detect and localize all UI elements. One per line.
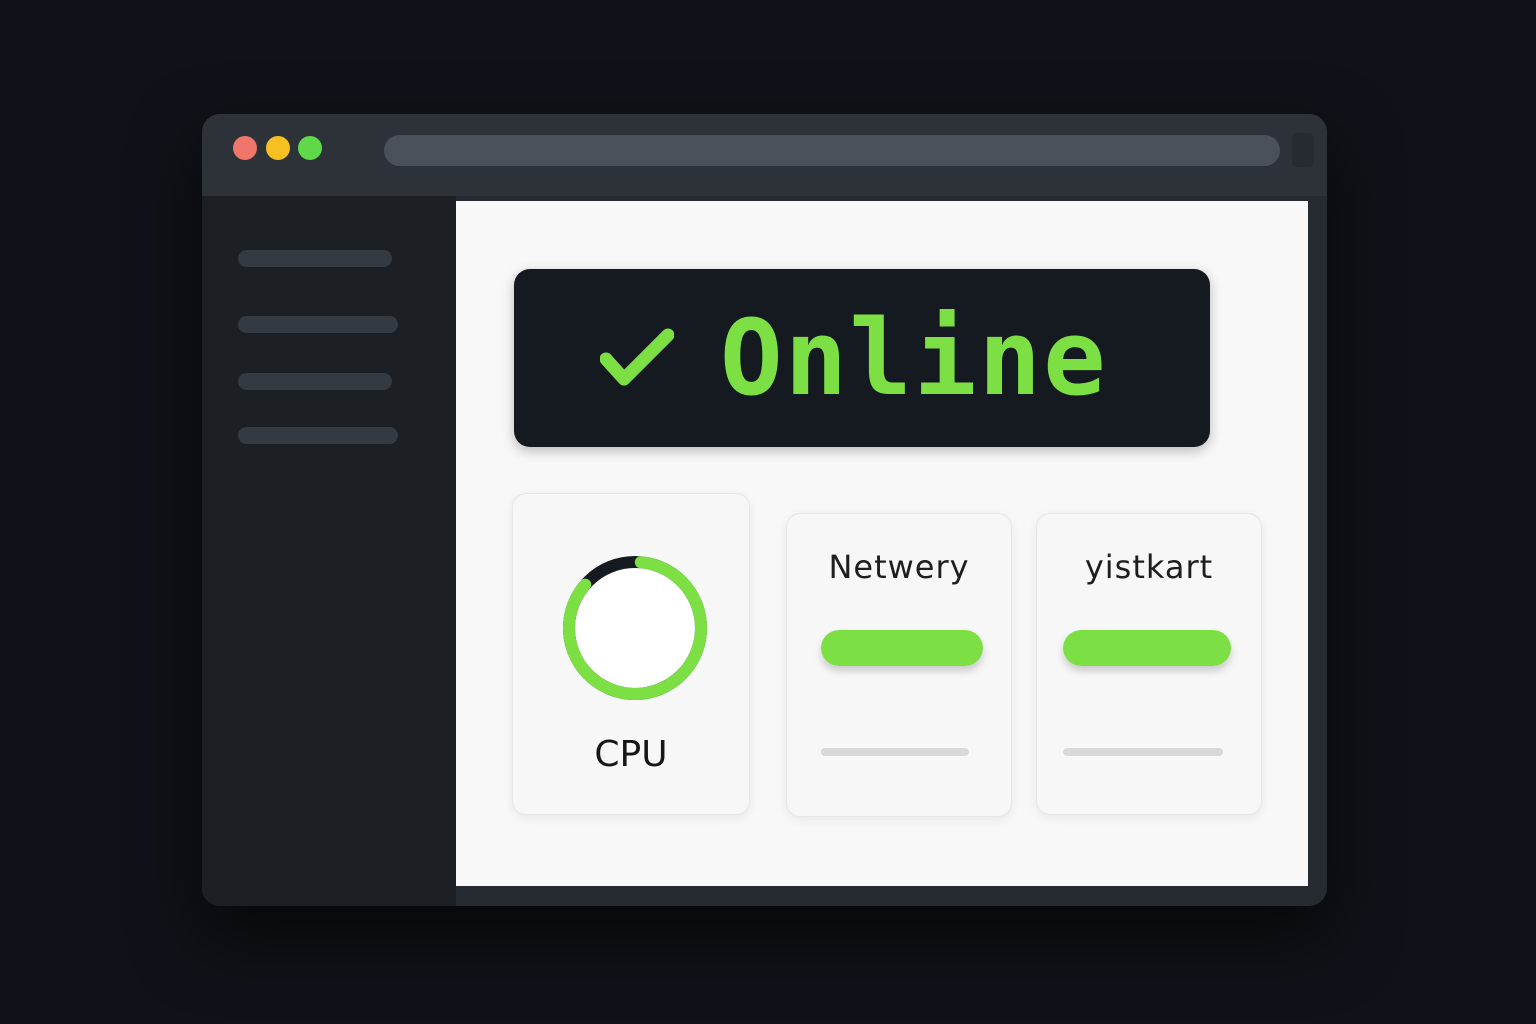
status-text: Online	[720, 297, 1108, 419]
sidebar-item[interactable]	[238, 427, 398, 444]
close-window-button[interactable]	[233, 136, 257, 160]
check-icon	[600, 328, 674, 386]
third-card-bar-fill	[1063, 630, 1231, 666]
third-card-bar	[1063, 630, 1231, 666]
sidebar-item[interactable]	[238, 373, 392, 390]
cpu-gauge	[563, 555, 707, 700]
maximize-window-button[interactable]	[298, 136, 322, 160]
toolbar-button[interactable]	[1292, 133, 1314, 167]
title-bar	[202, 114, 1327, 196]
third-card-subline	[1063, 748, 1223, 756]
sidebar-item[interactable]	[238, 250, 392, 267]
third-card[interactable]: yistkart	[1036, 513, 1262, 815]
cpu-label: CPU	[594, 734, 668, 775]
network-bar	[821, 630, 983, 666]
address-bar[interactable]	[384, 135, 1280, 166]
status-banner: Online	[514, 269, 1210, 447]
minimize-window-button[interactable]	[266, 136, 290, 160]
network-card[interactable]: Netwery	[786, 513, 1012, 817]
network-subline	[821, 748, 969, 756]
sidebar	[202, 196, 456, 906]
third-card-title: yistkart	[1084, 548, 1214, 586]
dashboard-content: Online CPU Netwery yistkart	[456, 201, 1308, 886]
network-title: Netwery	[828, 548, 970, 586]
cpu-card[interactable]: CPU	[512, 493, 750, 815]
network-bar-fill	[821, 630, 983, 666]
sidebar-item[interactable]	[238, 316, 398, 333]
app-window: Online CPU Netwery yistkart	[202, 114, 1327, 906]
